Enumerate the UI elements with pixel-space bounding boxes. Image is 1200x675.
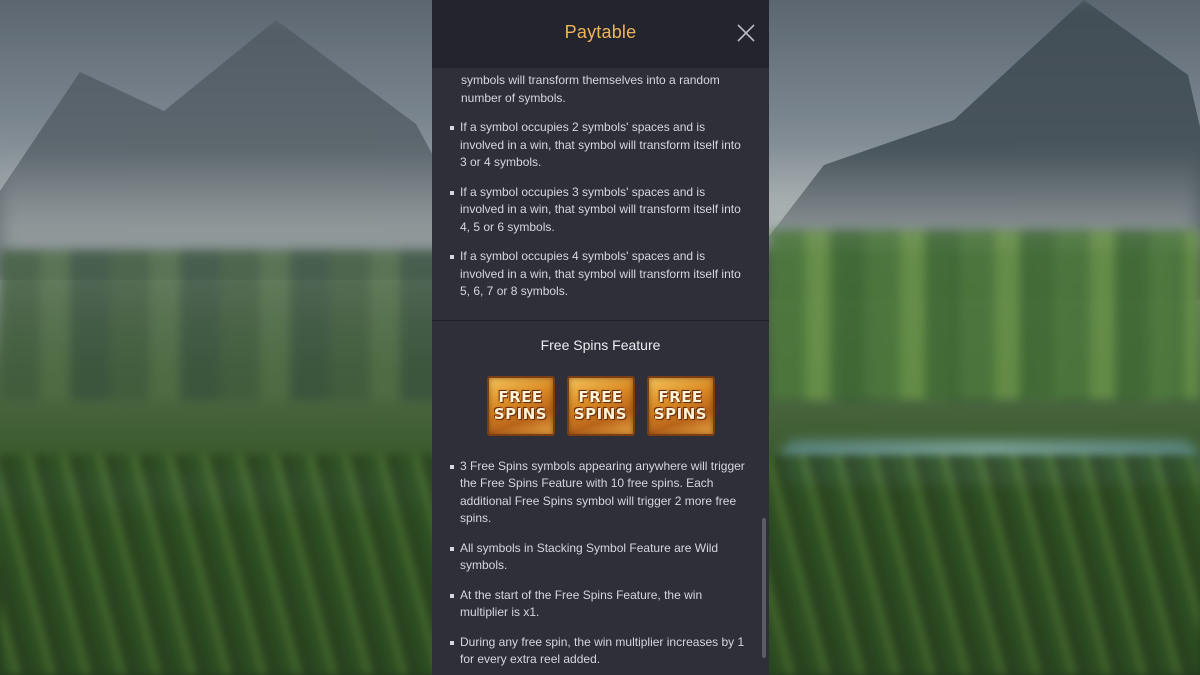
paytable-panel: Paytable symbols will transform themselv… (432, 0, 769, 675)
rule-continuation-text: symbols will transform themselves into a… (461, 73, 720, 105)
symbol-text-line1: FREE (578, 387, 623, 406)
close-button[interactable] (735, 22, 757, 44)
symbol-text-line2: SPINS (493, 404, 548, 423)
close-icon (737, 24, 755, 42)
stacking-rules-section: symbols will transform themselves into a… (432, 70, 769, 301)
paytable-title: Paytable (564, 22, 637, 42)
section-divider (432, 319, 769, 321)
paytable-content[interactable]: symbols will transform themselves into a… (432, 70, 769, 669)
rule-item: 3 Free Spins symbols appearing anywhere … (450, 458, 745, 528)
free-spins-symbol-icon: FREE SPINS (646, 375, 715, 436)
symbol-text-line2: SPINS (653, 404, 708, 423)
symbol-text-line2: SPINS (573, 404, 628, 423)
symbol-text-line1: FREE (658, 387, 703, 406)
free-spins-symbol-icon: FREE SPINS (566, 375, 635, 436)
free-spins-symbol-icon: FREE SPINS (486, 375, 555, 436)
free-spins-rules-list: 3 Free Spins symbols appearing anywhere … (450, 458, 745, 669)
paytable-header: Paytable (432, 0, 769, 68)
scrollbar[interactable] (762, 518, 766, 658)
rule-item: If a symbol occupies 2 symbols' spaces a… (450, 119, 745, 172)
rule-item: If a symbol occupies 4 symbols' spaces a… (450, 248, 745, 301)
free-spins-title: Free Spins Feature (540, 336, 661, 353)
stacking-rules-list: If a symbol occupies 2 symbols' spaces a… (450, 119, 745, 301)
rule-item: All symbols in Stacking Symbol Feature a… (450, 540, 745, 575)
free-spins-rules-section: 3 Free Spins symbols appearing anywhere … (432, 458, 769, 669)
free-spins-symbols: FREE SPINS FREE SPINS FREE SPINS (432, 375, 769, 436)
symbol-text-line1: FREE (498, 387, 543, 406)
rule-item: At the start of the Free Spins Feature, … (450, 587, 745, 622)
rule-item: During any free spin, the win multiplier… (450, 634, 745, 669)
rule-item: If a symbol occupies 3 symbols' spaces a… (450, 184, 745, 237)
